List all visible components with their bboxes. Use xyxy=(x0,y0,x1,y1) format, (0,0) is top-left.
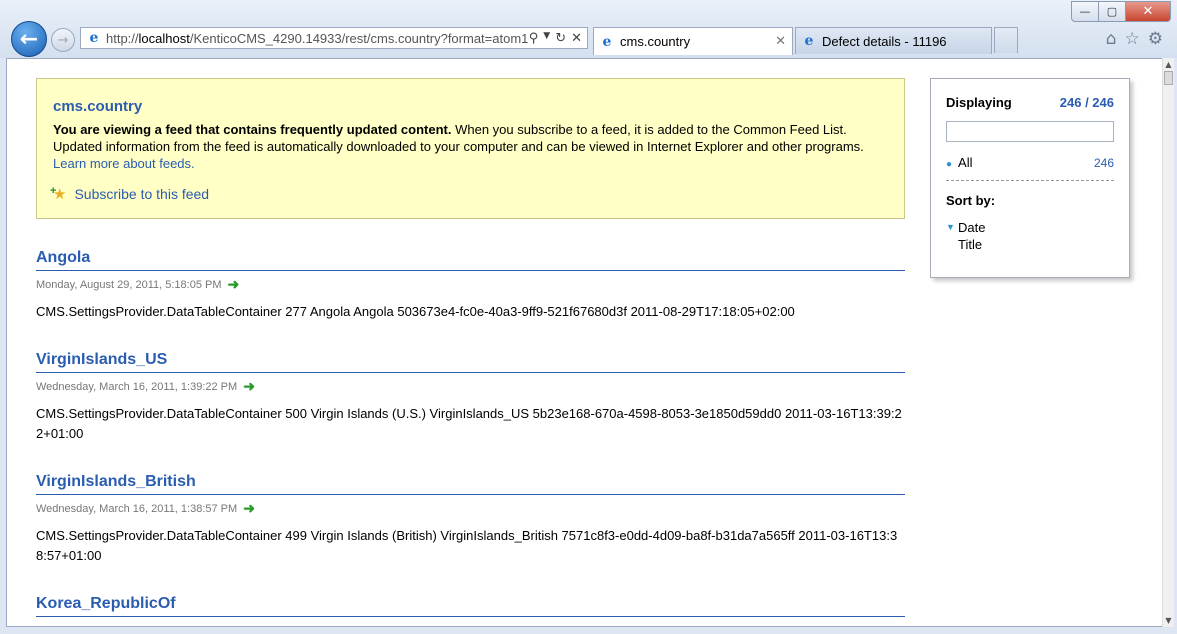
subscribe-row: ★ Subscribe to this feed xyxy=(50,183,888,203)
dropdown-icon[interactable]: ▼ xyxy=(543,31,550,46)
feed-item-date: Wednesday, March 16, 2011, 1:39:22 PM xyxy=(36,380,238,393)
displaying-count: 246 / 246 xyxy=(1059,95,1114,110)
go-arrow-icon[interactable]: ➜ xyxy=(243,378,255,395)
feed-item-date-row: Monday, August 29, 2011, 5:18:05 PM ➜ xyxy=(36,276,905,293)
sort-by-label: Sort by: xyxy=(946,193,996,208)
sort-desc-icon: ▼ xyxy=(946,222,955,232)
go-arrow-icon[interactable]: ➜ xyxy=(243,500,255,517)
scroll-thumb[interactable] xyxy=(1164,71,1173,85)
tools-gear-icon[interactable]: ⚙ xyxy=(1148,29,1163,49)
new-tab-button[interactable] xyxy=(994,27,1018,53)
ie-tab-icon: e xyxy=(602,33,612,50)
favorites-star-icon[interactable]: ☆ xyxy=(1125,29,1140,49)
scroll-down-arrow-icon[interactable]: ▼ xyxy=(1164,616,1173,625)
window-controls: — ▢ ✕ xyxy=(1071,1,1171,22)
feed-item-date-row: Wednesday, March 16, 2011, 1:39:22 PM ➜ xyxy=(36,378,905,395)
feed-item-title[interactable]: VirginIslands_US xyxy=(36,351,905,373)
ie-tab-icon: e xyxy=(804,33,814,49)
forward-button[interactable]: → xyxy=(51,28,75,52)
add-favorite-icon: ★ xyxy=(50,183,67,203)
feed-item-description: CMS.SettingsProvider.DataTableContainer … xyxy=(36,406,902,441)
feed-item-title[interactable]: VirginIslands_British xyxy=(36,473,905,495)
back-button[interactable]: ← xyxy=(11,21,47,57)
scroll-up-arrow-icon[interactable]: ▲ xyxy=(1164,60,1173,69)
filter-all-label[interactable]: All xyxy=(958,155,972,170)
feed-item-date: Wednesday, March 16, 2011, 1:38:57 PM xyxy=(36,502,238,515)
feed-item: Angola Monday, August 29, 2011, 5:18:05 … xyxy=(36,249,905,322)
url-scheme: http:// xyxy=(106,30,139,46)
page-viewport: cms.country You are viewing a feed that … xyxy=(6,58,1165,627)
close-window-button[interactable]: ✕ xyxy=(1126,1,1171,22)
go-arrow-icon[interactable]: ➜ xyxy=(228,276,240,293)
sort-option-date[interactable]: Date xyxy=(958,219,985,236)
feed-message: You are viewing a feed that contains fre… xyxy=(53,121,888,172)
feed-item: Korea_RepublicOf xyxy=(36,595,905,617)
tab-defect-details[interactable]: e Defect details - 11196 xyxy=(795,27,992,54)
feed-title: cms.country xyxy=(53,98,143,115)
address-bar[interactable]: e http://localhost/KenticoCMS_4290.14933… xyxy=(80,27,588,49)
command-icons: ⌂ ☆ ⚙ xyxy=(1106,29,1163,49)
feed-item-description: CMS.SettingsProvider.DataTableContainer … xyxy=(36,528,898,563)
vertical-scrollbar[interactable]: ▲ ▼ xyxy=(1162,58,1174,627)
feed-message-bold: You are viewing a feed that contains fre… xyxy=(53,122,452,137)
sort-options: ▼ Date Title xyxy=(946,219,1114,253)
feed-item-title[interactable]: Angola xyxy=(36,249,905,271)
close-tab-icon[interactable]: ✕ xyxy=(775,33,786,49)
url-host: localhost xyxy=(138,30,190,46)
feed-item-date-row: Wednesday, March 16, 2011, 1:38:57 PM ➜ xyxy=(36,500,905,517)
tab-label: Defect details - 11196 xyxy=(822,33,947,49)
feed-filter-panel: Displaying 246 / 246 ● All 246 Sort by: ▼… xyxy=(930,78,1130,278)
minimize-button[interactable]: — xyxy=(1071,1,1099,22)
address-url[interactable]: http://localhost/KenticoCMS_4290.14933/r… xyxy=(106,31,529,46)
tab-cms-country[interactable]: e cms.country ✕ xyxy=(593,27,793,55)
feed-item: VirginIslands_British Wednesday, March 1… xyxy=(36,473,905,566)
feed-item-date: Monday, August 29, 2011, 5:18:05 PM xyxy=(36,278,222,291)
refresh-icon[interactable]: ↻ xyxy=(555,31,566,46)
filter-all-count: 246 xyxy=(1093,155,1114,170)
maximize-button[interactable]: ▢ xyxy=(1099,1,1126,22)
sort-option-title[interactable]: Title xyxy=(958,236,982,253)
subscribe-link[interactable]: Subscribe to this feed xyxy=(74,186,209,203)
forward-arrow-icon: → xyxy=(57,32,69,48)
stop-icon[interactable]: ✕ xyxy=(571,31,582,46)
ie-page-icon: e xyxy=(89,30,99,46)
tab-label: cms.country xyxy=(620,34,691,49)
displaying-label: Displaying xyxy=(946,95,1012,110)
feed-item: VirginIslands_US Wednesday, March 16, 20… xyxy=(36,351,905,444)
feed-info-banner: cms.country You are viewing a feed that … xyxy=(36,78,905,219)
bullet-icon: ● xyxy=(946,159,953,170)
learn-more-link[interactable]: Learn more about feeds. xyxy=(53,156,195,171)
home-icon[interactable]: ⌂ xyxy=(1106,29,1117,49)
url-path: /KenticoCMS_4290.14933/rest/cms.country?… xyxy=(189,30,529,46)
panel-divider xyxy=(946,180,1114,181)
back-arrow-icon: ← xyxy=(19,26,39,52)
browser-chrome: — ▢ ✕ ← → e http://localhost/KenticoCMS_… xyxy=(0,0,1177,58)
feed-item-title[interactable]: Korea_RepublicOf xyxy=(36,595,905,617)
filter-search-input[interactable] xyxy=(946,121,1114,142)
feed-item-description: CMS.SettingsProvider.DataTableContainer … xyxy=(36,304,795,319)
search-icon[interactable]: ⚲ xyxy=(529,31,539,46)
feed-items: Angola Monday, August 29, 2011, 5:18:05 … xyxy=(36,249,905,626)
